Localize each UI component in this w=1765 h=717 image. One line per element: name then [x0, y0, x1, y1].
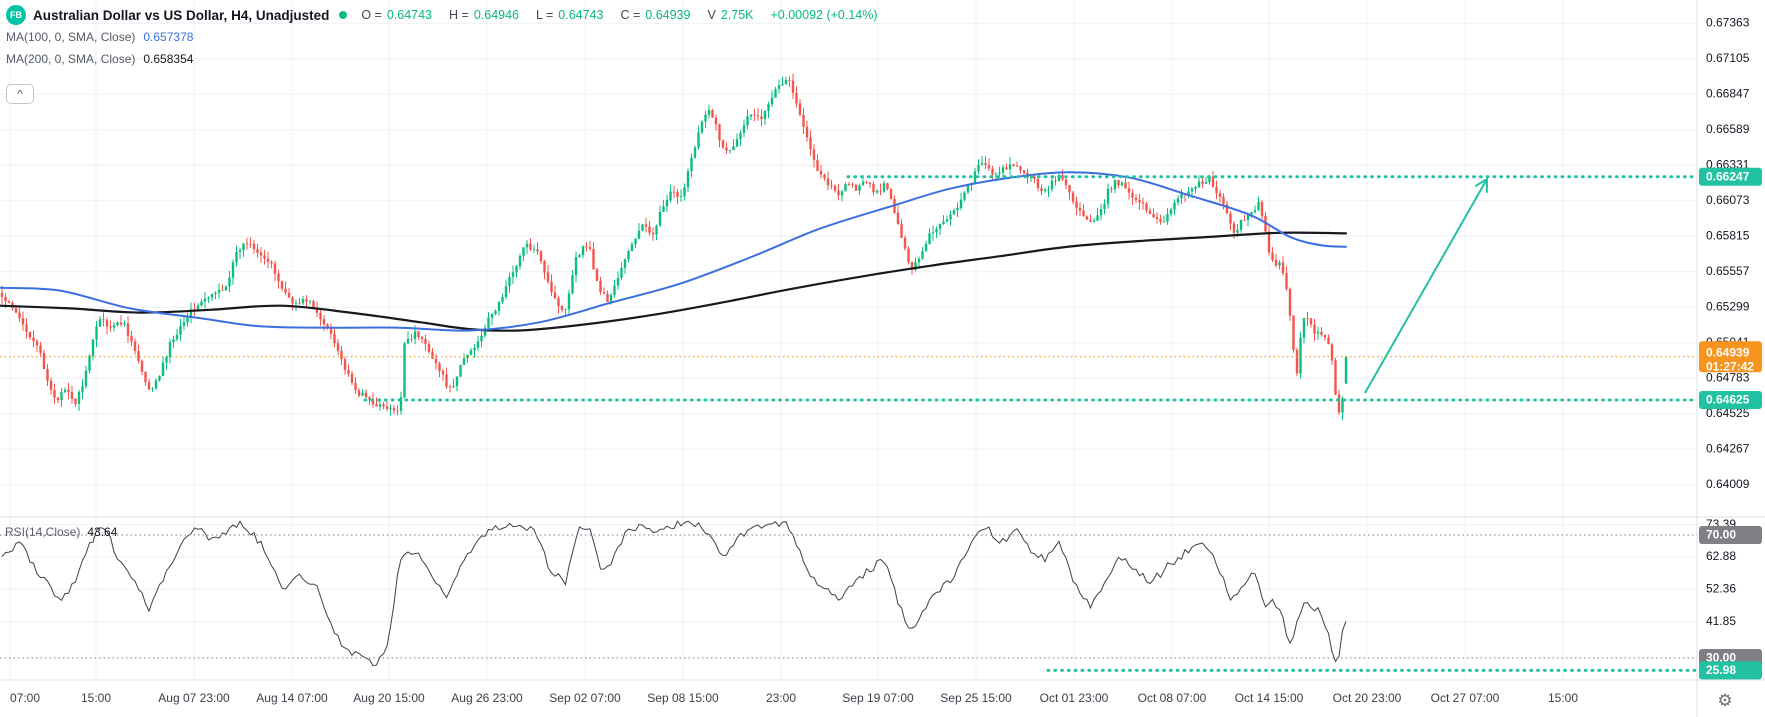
market-status-dot-icon	[339, 11, 347, 19]
candlestick-series	[1, 74, 1347, 420]
ohlc-readout: O = 0.64743 H = 0.64946 L = 0.64743 C = …	[361, 8, 877, 22]
price-axis[interactable]	[1697, 0, 1765, 680]
ma200-line	[0, 233, 1346, 331]
grid-lines	[0, 0, 1697, 680]
close-value: 0.64939	[645, 8, 690, 22]
volume-label: V	[707, 8, 715, 22]
chart-canvas[interactable]: 0.673630.671050.668470.665890.663310.660…	[0, 0, 1765, 717]
indicator-row-ma100[interactable]: MA(100, 0, SMA, Close) 0.657378	[6, 26, 878, 48]
high-label: H =	[449, 8, 469, 22]
time-axis[interactable]	[0, 680, 1697, 717]
chart-window: 0.673630.671050.668470.665890.663310.660…	[0, 0, 1765, 717]
high-value: 0.64946	[474, 8, 519, 22]
rsi-label: RSI(14,Close)	[5, 525, 80, 539]
chevron-up-icon: ^	[17, 86, 23, 102]
trend-arrow	[1365, 179, 1487, 393]
ma100-value: 0.657378	[143, 30, 193, 44]
low-value: 0.64743	[558, 8, 603, 22]
symbol-header-row: FB Australian Dollar vs US Dollar, H4, U…	[6, 4, 878, 26]
settings-button[interactable]: ⚙	[1712, 688, 1738, 714]
indicator-row-ma200[interactable]: MA(200, 0, SMA, Close) 0.658354	[6, 48, 878, 70]
ma100-label: MA(100, 0, SMA, Close)	[6, 30, 135, 44]
ma200-value: 0.658354	[143, 52, 193, 66]
rsi-line	[2, 521, 1346, 666]
open-label: O =	[361, 8, 382, 22]
symbol-logo[interactable]: FB	[6, 5, 26, 25]
indicator-row-rsi[interactable]: RSI(14,Close) 43.64	[5, 525, 117, 539]
ma200-label: MA(200, 0, SMA, Close)	[6, 52, 135, 66]
change-value: +0.00092 (+0.14%)	[770, 8, 877, 22]
volume-value: 2.75K	[721, 8, 754, 22]
gear-icon: ⚙	[1717, 691, 1732, 711]
legend: FB Australian Dollar vs US Dollar, H4, U…	[6, 4, 878, 70]
close-label: C =	[620, 8, 640, 22]
legend-collapse-button[interactable]: ^	[6, 84, 34, 104]
open-value: 0.64743	[387, 8, 432, 22]
low-label: L =	[536, 8, 553, 22]
level-lines	[0, 177, 1697, 671]
rsi-value: 43.64	[87, 525, 117, 539]
symbol-title[interactable]: Australian Dollar vs US Dollar, H4, Unad…	[33, 8, 329, 23]
symbol-logo-text: FB	[10, 10, 22, 20]
pane-borders	[0, 0, 1765, 717]
